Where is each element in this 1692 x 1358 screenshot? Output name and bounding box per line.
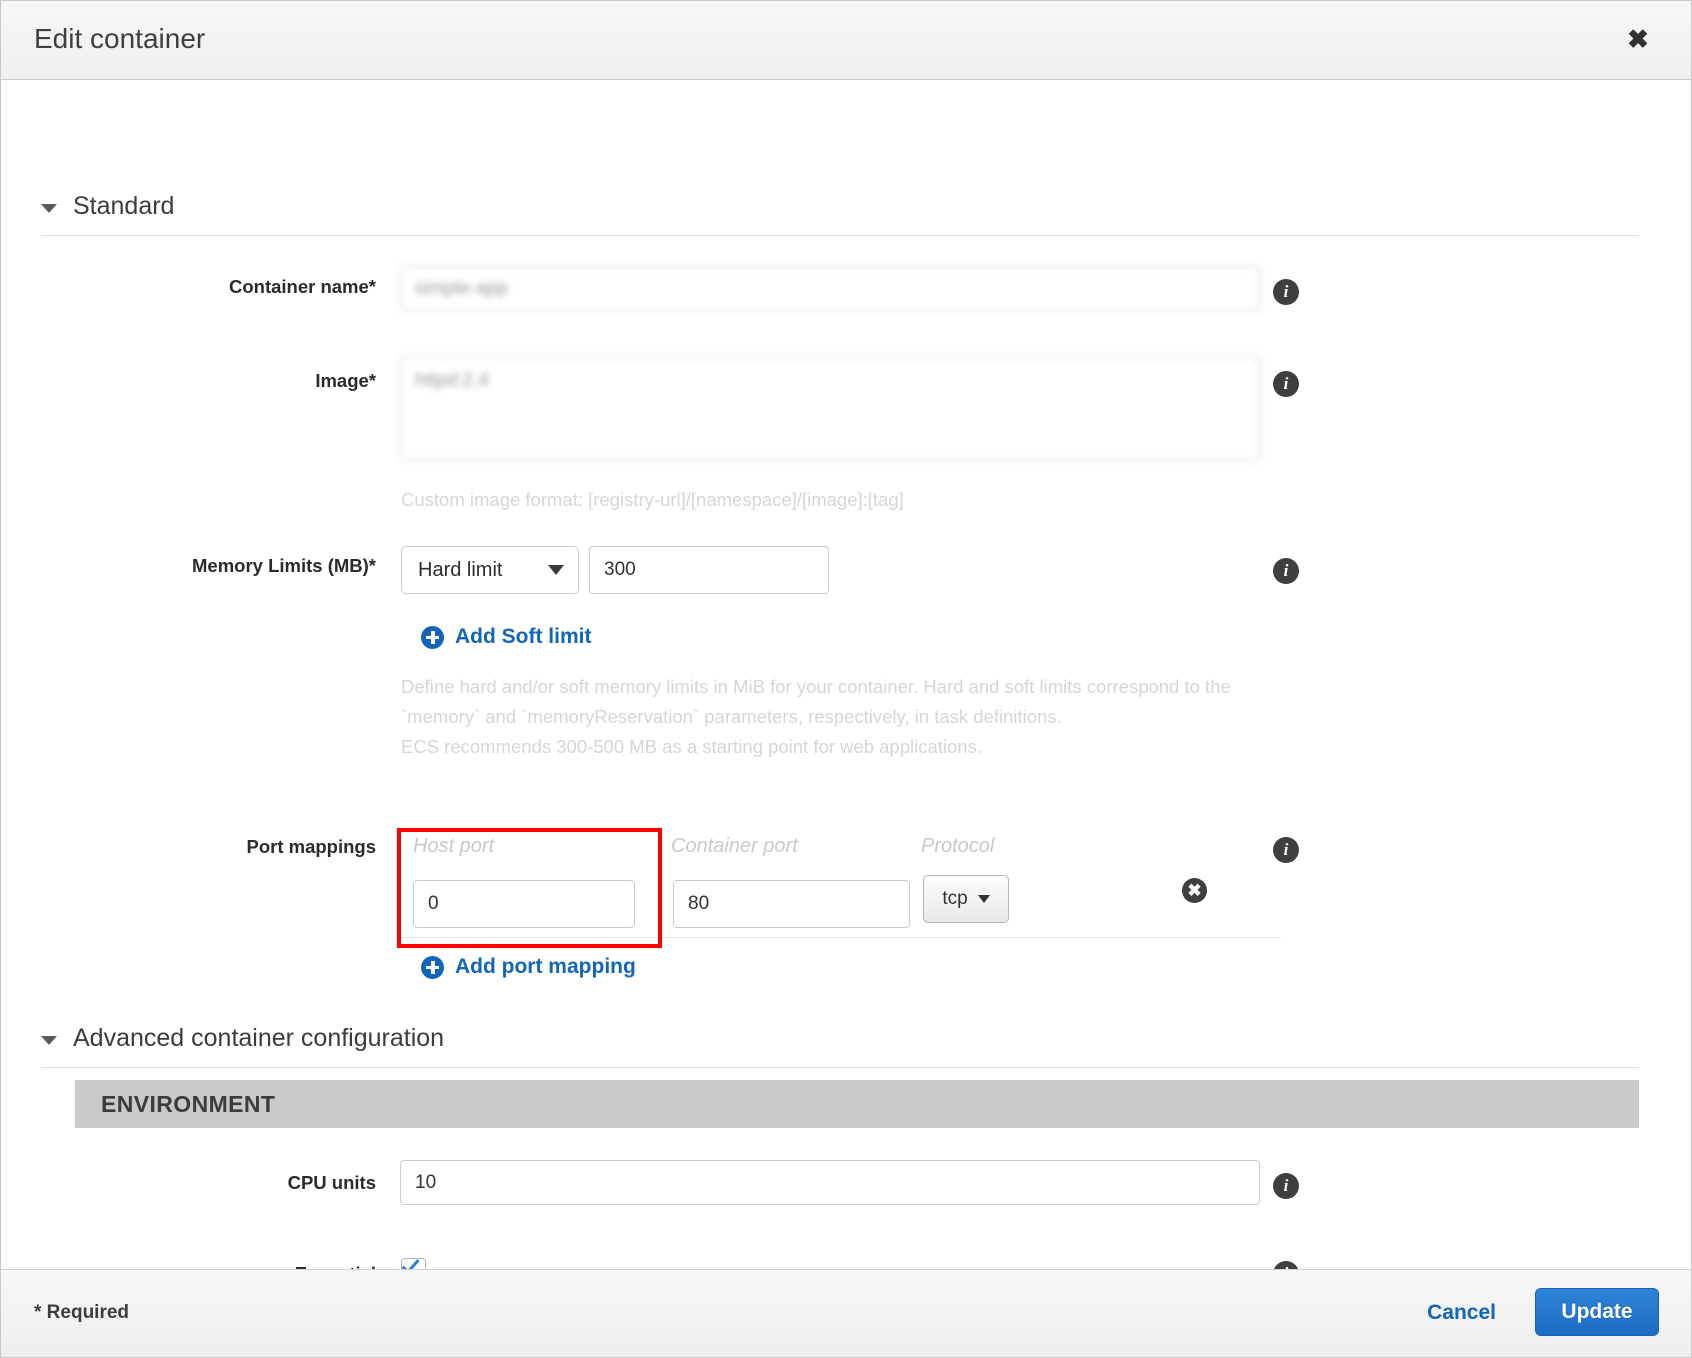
memory-limits-label: Memory Limits (MB)* bbox=[1, 555, 376, 577]
port-col-container-port: Container port bbox=[671, 835, 798, 858]
chevron-down-icon bbox=[548, 565, 564, 575]
memory-limits-info-icon[interactable]: i bbox=[1273, 558, 1299, 584]
check-icon bbox=[401, 1255, 419, 1270]
required-note: * Required bbox=[34, 1302, 129, 1324]
image-textarea[interactable] bbox=[400, 356, 1260, 461]
memory-help-line-3: ECS recommends 300-500 MB as a starting … bbox=[401, 732, 1281, 762]
cancel-button[interactable]: Cancel bbox=[1427, 1301, 1496, 1325]
image-label: Image* bbox=[1, 370, 376, 392]
close-icon[interactable]: ✖ bbox=[1623, 25, 1653, 55]
section-standard-title: Standard bbox=[73, 192, 174, 221]
port-row-divider bbox=[401, 937, 1281, 938]
container-name-info-icon[interactable]: i bbox=[1273, 279, 1299, 305]
dialog-body: Standard Container name* i Image* i Cust… bbox=[1, 80, 1691, 1270]
add-port-mapping-label: Add port mapping bbox=[455, 955, 636, 979]
image-help-text: Custom image format: [registry-url]/[nam… bbox=[401, 485, 1301, 515]
memory-limit-type-value: Hard limit bbox=[418, 559, 502, 582]
cpu-units-input[interactable] bbox=[400, 1160, 1260, 1205]
cpu-units-info-icon[interactable]: i bbox=[1273, 1173, 1299, 1199]
cpu-units-label: CPU units bbox=[1, 1172, 376, 1194]
chevron-down-icon[interactable] bbox=[41, 204, 57, 213]
environment-band: ENVIRONMENT bbox=[75, 1080, 1639, 1128]
edit-container-dialog: Edit container ✖ Standard Container name… bbox=[0, 0, 1692, 1358]
section-standard-header[interactable]: Standard bbox=[41, 192, 1639, 236]
dialog-footer: * Required Cancel Update bbox=[1, 1269, 1691, 1357]
port-mappings-label: Port mappings bbox=[1, 836, 376, 858]
host-port-input[interactable] bbox=[413, 880, 635, 928]
add-soft-limit-button[interactable]: Add Soft limit bbox=[421, 625, 591, 649]
remove-port-mapping-button[interactable]: ✖ bbox=[1182, 878, 1207, 903]
chevron-down-icon bbox=[978, 895, 990, 903]
memory-limit-value-input[interactable] bbox=[589, 546, 829, 594]
image-info-icon[interactable]: i bbox=[1273, 371, 1299, 397]
container-name-input[interactable] bbox=[400, 266, 1260, 311]
dialog-title: Edit container bbox=[34, 23, 205, 55]
plus-circle-icon bbox=[421, 956, 444, 979]
update-button[interactable]: Update bbox=[1535, 1288, 1659, 1336]
container-port-input[interactable] bbox=[673, 880, 910, 928]
container-name-label: Container name* bbox=[1, 276, 376, 298]
memory-limit-type-select[interactable]: Hard limit bbox=[401, 546, 579, 594]
environment-band-title: ENVIRONMENT bbox=[101, 1091, 275, 1118]
add-soft-limit-label: Add Soft limit bbox=[455, 625, 591, 649]
chevron-down-icon[interactable] bbox=[41, 1036, 57, 1045]
dialog-header: Edit container ✖ bbox=[1, 1, 1691, 80]
port-col-host-port: Host port bbox=[413, 835, 494, 858]
port-mappings-info-icon[interactable]: i bbox=[1273, 837, 1299, 863]
protocol-select[interactable]: tcp bbox=[923, 875, 1009, 923]
plus-circle-icon bbox=[421, 626, 444, 649]
memory-help-line-2: `memory` and `memoryReservation` paramet… bbox=[401, 702, 1281, 732]
memory-help-line-1: Define hard and/or soft memory limits in… bbox=[401, 672, 1281, 702]
port-col-protocol: Protocol bbox=[921, 835, 994, 858]
section-advanced-title: Advanced container configuration bbox=[73, 1024, 444, 1053]
section-advanced-header[interactable]: Advanced container configuration bbox=[41, 1024, 1639, 1068]
protocol-value: tcp bbox=[942, 888, 967, 910]
add-port-mapping-button[interactable]: Add port mapping bbox=[421, 955, 636, 979]
